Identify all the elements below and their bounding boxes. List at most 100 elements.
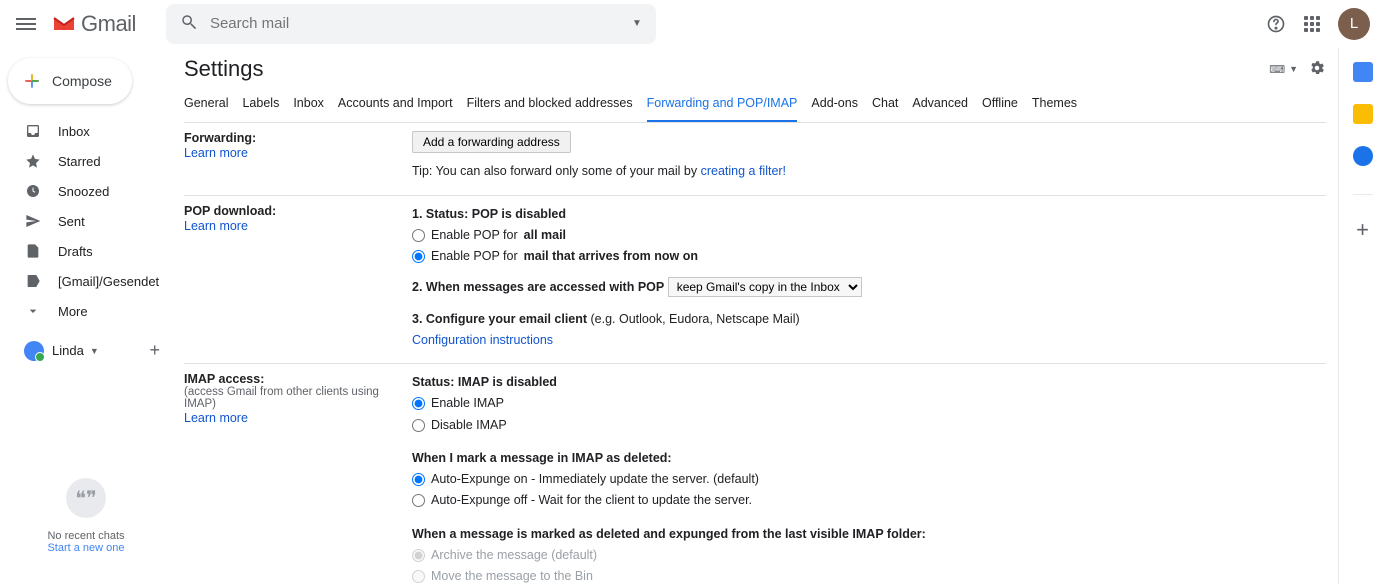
pop-config-link[interactable]: Configuration instructions xyxy=(412,333,553,347)
menu-icon[interactable] xyxy=(16,14,36,34)
avatar[interactable]: L xyxy=(1338,8,1370,40)
nav-starred[interactable]: Starred xyxy=(0,146,172,176)
plus-icon xyxy=(22,71,42,91)
nav-drafts[interactable]: Drafts xyxy=(0,236,172,266)
imap-disable-text: Disable IMAP xyxy=(431,415,507,436)
tab-labels[interactable]: Labels xyxy=(242,86,279,122)
nav-label: Sent xyxy=(58,214,85,229)
move-bin-text: Move the message to the Bin xyxy=(431,566,593,584)
header: Gmail ▼ L xyxy=(0,0,1386,48)
help-icon[interactable] xyxy=(1266,14,1286,34)
tasks-icon[interactable] xyxy=(1353,146,1373,166)
archive-radio[interactable] xyxy=(412,549,425,562)
search-bar[interactable]: ▼ xyxy=(166,4,656,44)
tab-addons[interactable]: Add-ons xyxy=(811,86,858,122)
chevron-down-icon: ▼ xyxy=(90,346,99,356)
imap-status-prefix: Status: xyxy=(412,375,458,389)
pop-opt1-text: Enable POP for xyxy=(431,225,518,246)
drafts-icon xyxy=(24,243,42,259)
pop-all-radio[interactable] xyxy=(412,229,425,242)
imap-expunged-heading: When a message is marked as deleted and … xyxy=(412,524,1326,545)
nav-label: Drafts xyxy=(58,244,93,259)
search-options-icon[interactable]: ▼ xyxy=(632,18,642,29)
chevron-down-icon xyxy=(24,303,42,319)
tab-forwarding[interactable]: Forwarding and POP/IMAP xyxy=(647,86,798,122)
settings-tabs: General Labels Inbox Accounts and Import… xyxy=(184,86,1326,123)
apps-icon[interactable] xyxy=(1302,14,1322,34)
pop-label: POP download: xyxy=(184,204,392,218)
nav-more[interactable]: More xyxy=(0,296,172,326)
tab-general[interactable]: General xyxy=(184,86,228,122)
inbox-icon xyxy=(24,123,42,139)
tab-inbox[interactable]: Inbox xyxy=(293,86,324,122)
gear-icon[interactable] xyxy=(1308,59,1326,80)
nav-gesendet[interactable]: [Gmail]/Gesendet xyxy=(0,266,172,296)
archive-text: Archive the message (default) xyxy=(431,545,597,566)
imap-label: IMAP access: xyxy=(184,372,392,386)
pop-fromnow-radio[interactable] xyxy=(412,250,425,263)
main-content: Settings ⌨ ▼ General Labels Inbox Accoun… xyxy=(172,48,1338,584)
pop-status: POP is disabled xyxy=(472,207,566,221)
input-tools-button[interactable]: ⌨ ▼ xyxy=(1269,63,1298,76)
side-panel: + xyxy=(1338,48,1386,584)
forwarding-learn-more[interactable]: Learn more xyxy=(184,146,248,160)
pop-opt2-text: Enable POP for xyxy=(431,246,518,267)
tab-accounts[interactable]: Accounts and Import xyxy=(338,86,453,122)
user-name: Linda xyxy=(52,343,84,358)
clock-icon xyxy=(24,183,42,199)
tab-themes[interactable]: Themes xyxy=(1032,86,1077,122)
nav-label: [Gmail]/Gesendet xyxy=(58,274,159,289)
start-chat-link[interactable]: Start a new one xyxy=(0,542,172,554)
pop-action-select[interactable]: keep Gmail's copy in the Inbox xyxy=(668,277,862,297)
user-chip[interactable]: Linda ▼ xyxy=(24,341,149,361)
divider xyxy=(1353,194,1373,195)
imap-disable-radio[interactable] xyxy=(412,419,425,432)
gmail-logo[interactable]: Gmail xyxy=(52,11,136,37)
nav-sent[interactable]: Sent xyxy=(0,206,172,236)
hangouts-section: ❝❞ No recent chats Start a new one xyxy=(0,478,172,584)
expunge-on-radio[interactable] xyxy=(412,473,425,486)
pop-step2-bold: When messages are accessed with POP xyxy=(426,280,664,294)
tab-advanced[interactable]: Advanced xyxy=(912,86,968,122)
pop-step3-prefix: 3. xyxy=(412,312,426,326)
nav-label: Inbox xyxy=(58,124,90,139)
forwarding-tip-text: Tip: You can also forward only some of y… xyxy=(412,164,701,178)
nav-label: More xyxy=(58,304,88,319)
create-filter-link[interactable]: creating a filter! xyxy=(701,164,786,178)
no-chats-text: No recent chats xyxy=(0,530,172,542)
imap-learn-more[interactable]: Learn more xyxy=(184,411,248,425)
star-icon xyxy=(24,153,42,169)
pop-learn-more[interactable]: Learn more xyxy=(184,219,248,233)
imap-enable-radio[interactable] xyxy=(412,397,425,410)
header-right: L xyxy=(1266,8,1370,40)
search-input[interactable] xyxy=(210,15,632,32)
nav-inbox[interactable]: Inbox xyxy=(0,116,172,146)
pop-step2-prefix: 2. xyxy=(412,280,426,294)
user-avatar-icon xyxy=(24,341,44,361)
tab-offline[interactable]: Offline xyxy=(982,86,1018,122)
add-forwarding-button[interactable]: Add a forwarding address xyxy=(412,131,571,153)
add-button[interactable]: + xyxy=(149,340,160,361)
expunge-off-radio[interactable] xyxy=(412,494,425,507)
section-imap: IMAP access: (access Gmail from other cl… xyxy=(184,364,1326,584)
tab-chat[interactable]: Chat xyxy=(872,86,898,122)
tab-filters[interactable]: Filters and blocked addresses xyxy=(467,86,633,122)
section-forwarding: Forwarding: Learn more Add a forwarding … xyxy=(184,123,1326,196)
calendar-icon[interactable] xyxy=(1353,62,1373,82)
page-title: Settings xyxy=(184,56,264,82)
expunge-off-text: Auto-Expunge off - Wait for the client t… xyxy=(431,490,752,511)
compose-button[interactable]: Compose xyxy=(8,58,132,104)
move-bin-radio[interactable] xyxy=(412,570,425,583)
gmail-icon xyxy=(52,12,76,36)
pop-step3-rest: (e.g. Outlook, Eudora, Netscape Mail) xyxy=(587,312,800,326)
add-addon-button[interactable]: + xyxy=(1356,217,1369,243)
nav-label: Snoozed xyxy=(58,184,109,199)
imap-enable-text: Enable IMAP xyxy=(431,393,504,414)
hangouts-icon: ❝❞ xyxy=(66,478,106,518)
pop-opt2-bold: mail that arrives from now on xyxy=(524,246,698,267)
section-pop: POP download: Learn more 1. Status: POP … xyxy=(184,196,1326,365)
nav-snoozed[interactable]: Snoozed xyxy=(0,176,172,206)
search-icon[interactable] xyxy=(180,13,198,34)
keep-icon[interactable] xyxy=(1353,104,1373,124)
forwarding-label: Forwarding: xyxy=(184,131,392,145)
